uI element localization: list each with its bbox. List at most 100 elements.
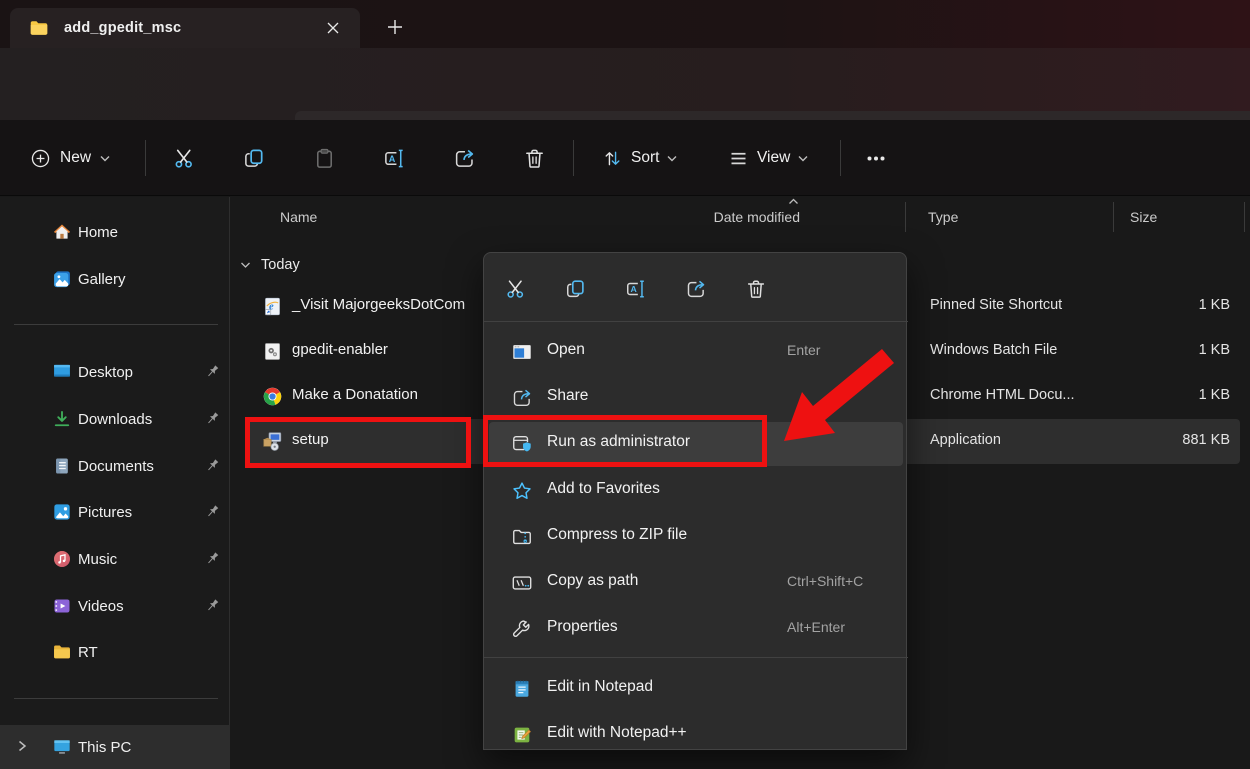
sidebar-label: Videos xyxy=(78,598,124,615)
menu-item-shortcut: Alt+Enter xyxy=(787,619,845,635)
notepad-plus-plus-icon xyxy=(511,724,533,746)
menu-item-add-to-favorites[interactable]: Add to Favorites xyxy=(489,469,903,513)
share-icon xyxy=(511,387,533,409)
menu-item-label: Open xyxy=(547,341,585,359)
plus-circle-icon xyxy=(30,148,51,169)
sidebar-item-downloads[interactable]: Downloads xyxy=(0,400,230,438)
navigation-pane: Home Gallery Desktop Downloads Documents xyxy=(0,197,230,750)
file-name: _Visit MajorgeeksDotCom xyxy=(292,296,465,313)
group-header-today[interactable]: Today xyxy=(240,252,300,278)
sidebar-item-this-pc[interactable]: This PC xyxy=(0,725,230,769)
pin-icon xyxy=(204,550,222,568)
file-name: gpedit-enabler xyxy=(292,341,388,358)
menu-item-label: Run as administrator xyxy=(547,433,690,451)
navigation-bar: Users beebom z790 Downloads add_gpedit_m… xyxy=(0,48,1250,120)
tab-close-icon[interactable] xyxy=(320,15,346,41)
sidebar-item-home[interactable]: Home xyxy=(0,213,230,251)
view-button[interactable]: View xyxy=(718,139,818,177)
rename-icon[interactable]: A xyxy=(374,139,414,177)
share-icon[interactable] xyxy=(444,139,484,177)
column-divider[interactable] xyxy=(1113,202,1114,232)
chevron-down-icon xyxy=(667,155,677,162)
menu-item-properties[interactable]: Properties Alt+Enter xyxy=(489,607,903,651)
sidebar-label: RT xyxy=(78,644,98,661)
pin-icon xyxy=(204,503,222,521)
menu-item-run-as-administrator[interactable]: Run as administrator xyxy=(489,422,903,466)
more-options-icon[interactable] xyxy=(856,139,896,177)
column-divider[interactable] xyxy=(1244,202,1245,232)
file-size: 1 KB xyxy=(1199,297,1230,313)
svg-text:A: A xyxy=(631,284,638,294)
file-type: Pinned Site Shortcut xyxy=(930,297,1062,313)
sidebar-label: Pictures xyxy=(78,504,132,521)
menu-item-open[interactable]: Open Enter xyxy=(489,330,903,374)
pin-icon xyxy=(204,410,222,428)
chevron-down-icon xyxy=(798,155,808,162)
menu-item-compress-to-zip[interactable]: Compress to ZIP file xyxy=(489,515,903,559)
view-icon xyxy=(728,148,749,169)
sidebar-label: Documents xyxy=(78,458,154,475)
sidebar-item-documents[interactable]: Documents xyxy=(0,447,230,485)
chevron-right-icon[interactable] xyxy=(16,740,30,754)
sort-button[interactable]: Sort xyxy=(592,139,687,177)
internet-shortcut-icon: e xyxy=(262,296,283,317)
share-icon[interactable] xyxy=(678,271,714,307)
file-size: 1 KB xyxy=(1199,342,1230,358)
chrome-icon xyxy=(262,386,283,407)
menu-item-label: Add to Favorites xyxy=(547,480,660,498)
chevron-down-icon xyxy=(100,155,110,162)
svg-text:A: A xyxy=(388,153,395,163)
rename-icon[interactable]: A xyxy=(618,271,654,307)
explorer-tab[interactable]: add_gpedit_msc xyxy=(10,8,360,48)
menu-item-label: Compress to ZIP file xyxy=(547,526,687,544)
new-button-label: New xyxy=(60,149,91,167)
menu-item-edit-in-notepad[interactable]: Edit in Notepad xyxy=(489,667,903,711)
folder-icon xyxy=(52,642,72,662)
group-label: Today xyxy=(261,257,300,273)
menu-item-share[interactable]: Share xyxy=(489,376,903,420)
column-header-name[interactable]: Name xyxy=(280,209,317,225)
tab-title: add_gpedit_msc xyxy=(64,20,320,36)
file-type: Application xyxy=(930,432,1001,448)
column-header-size[interactable]: Size xyxy=(1130,209,1157,225)
menu-item-copy-as-path[interactable]: Copy as path Ctrl+Shift+C xyxy=(489,561,903,605)
notepad-icon xyxy=(511,678,533,700)
menu-item-label: Edit in Notepad xyxy=(547,678,653,696)
menu-item-label: Copy as path xyxy=(547,572,638,590)
column-divider[interactable] xyxy=(905,202,906,232)
open-window-icon xyxy=(511,341,533,363)
sidebar-item-music[interactable]: Music xyxy=(0,540,230,578)
sidebar-item-pictures[interactable]: Pictures xyxy=(0,493,230,531)
menu-item-label: Share xyxy=(547,387,588,405)
wrench-icon xyxy=(511,618,533,640)
cut-icon[interactable] xyxy=(164,139,204,177)
installer-icon xyxy=(262,431,283,452)
menu-item-shortcut: Ctrl+Shift+C xyxy=(787,573,863,589)
menu-item-label: Properties xyxy=(547,618,618,636)
this-pc-icon xyxy=(52,737,72,757)
toolbar-separator xyxy=(145,140,146,176)
delete-icon[interactable] xyxy=(514,139,554,177)
sidebar-item-desktop[interactable]: Desktop xyxy=(0,353,230,391)
menu-divider xyxy=(484,657,908,658)
copy-icon[interactable] xyxy=(558,271,594,307)
column-header-type[interactable]: Type xyxy=(928,209,958,225)
sidebar-item-videos[interactable]: Videos xyxy=(0,587,230,625)
sidebar-item-rt-folder[interactable]: RT xyxy=(0,633,230,671)
home-icon xyxy=(52,222,72,242)
menu-item-shortcut: Enter xyxy=(787,342,820,358)
new-button[interactable]: New xyxy=(18,139,122,177)
cut-icon[interactable] xyxy=(498,271,534,307)
sidebar-divider xyxy=(14,698,218,699)
pin-icon xyxy=(204,597,222,615)
pictures-icon xyxy=(52,502,72,522)
column-header-date-modified[interactable]: Date modified xyxy=(690,209,800,225)
paste-icon[interactable] xyxy=(304,139,344,177)
sidebar-item-gallery[interactable]: Gallery xyxy=(0,260,230,298)
menu-item-edit-with-notepad-plus-plus[interactable]: Edit with Notepad++ xyxy=(489,713,903,757)
sidebar-label: Gallery xyxy=(78,271,126,288)
downloads-icon xyxy=(52,409,72,429)
delete-icon[interactable] xyxy=(738,271,774,307)
new-tab-icon[interactable] xyxy=(380,12,410,42)
copy-icon[interactable] xyxy=(234,139,274,177)
